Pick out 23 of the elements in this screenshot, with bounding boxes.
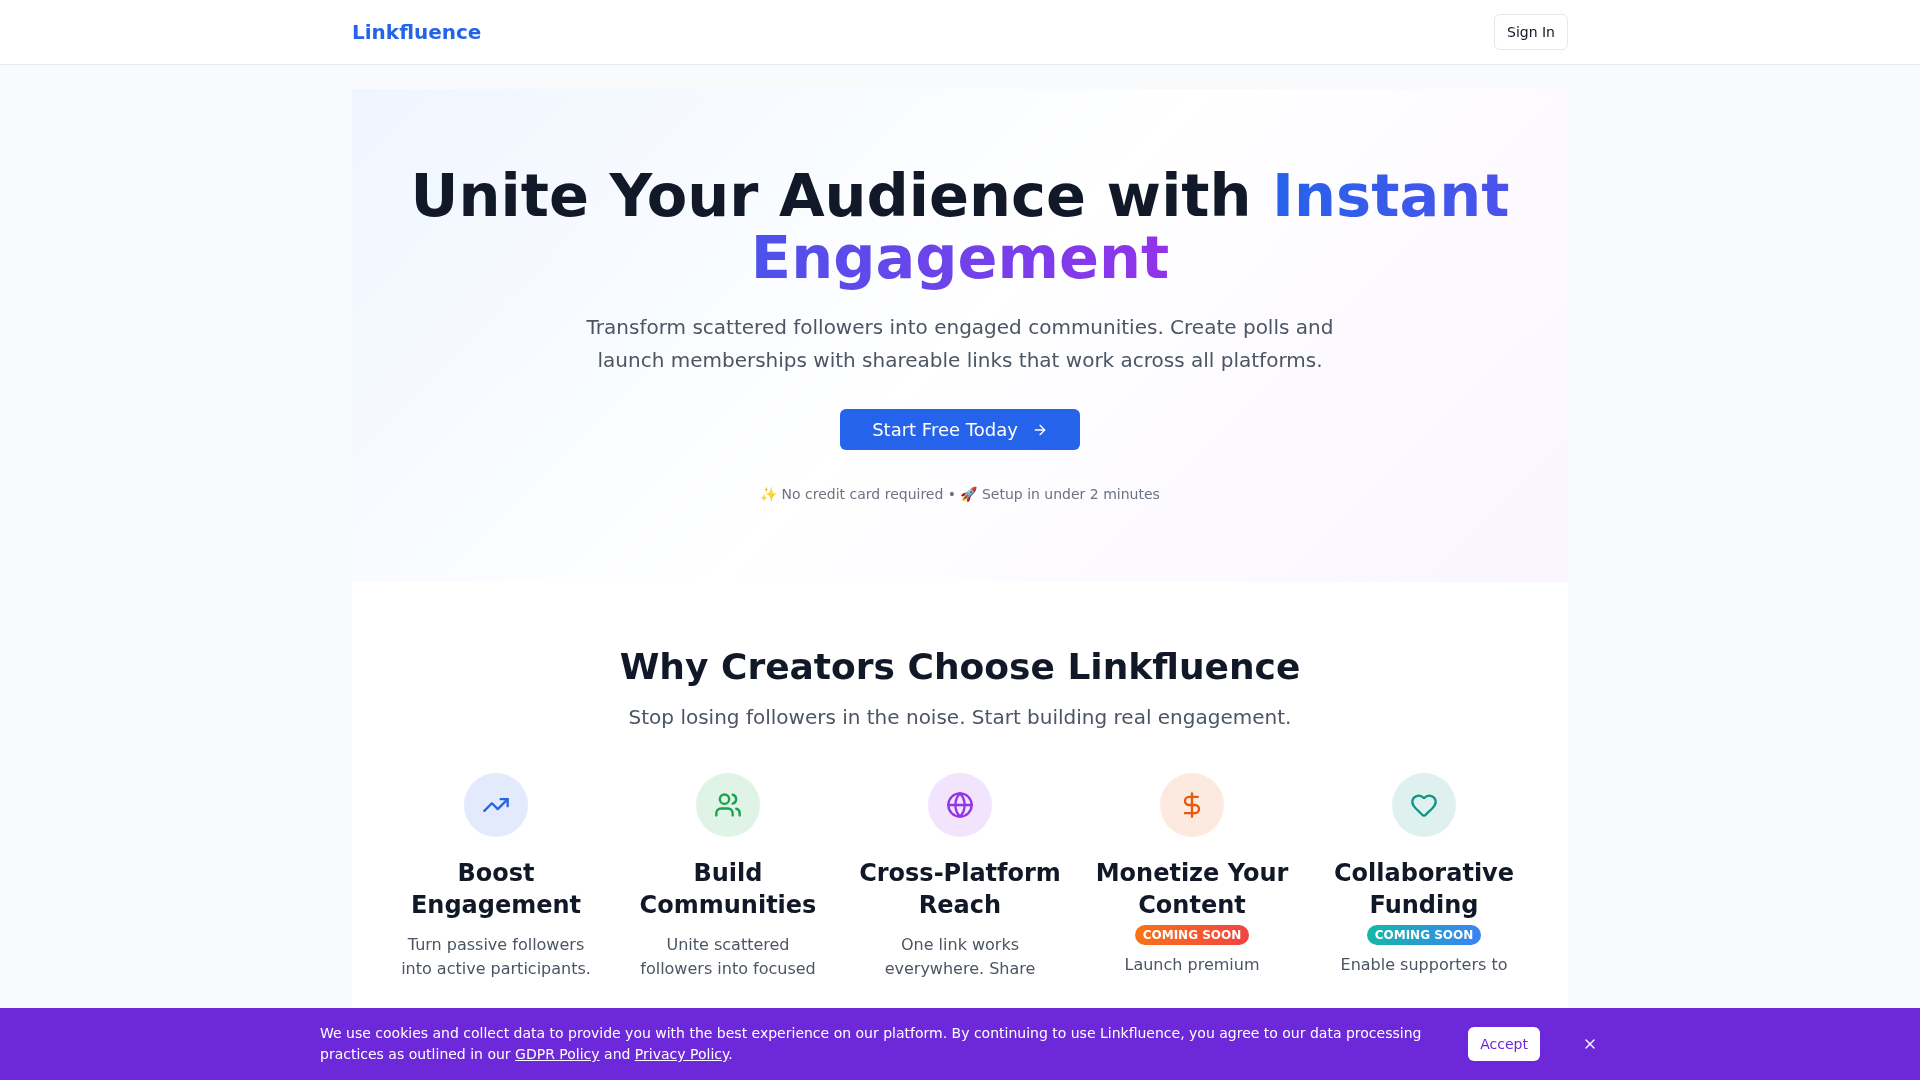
feature-title: Cross-Platform Reach <box>858 858 1062 921</box>
start-free-button[interactable]: Start Free Today <box>840 409 1080 450</box>
feature-title: Collaborative Funding <box>1332 858 1516 921</box>
coming-soon-badge: COMING SOON <box>1366 925 1482 945</box>
feature-title: Build Communities <box>638 858 818 921</box>
feature-description: Enable supporters to <box>1340 954 1508 976</box>
feature-description: Launch premium <box>1124 954 1260 976</box>
feature-description: Turn passive followers into active participants. <box>400 934 592 980</box>
section-subtitle: Stop losing followers in the noise. Start building real engagement. <box>628 705 1292 729</box>
feature-title: Monetize Your Content <box>1094 858 1290 921</box>
feature-description: One link works everywhere. Share <box>883 934 1037 980</box>
hero-subtitle: Transform scattered followers into engaged communities. Create polls and launch memberships with shareable links that work across all platforms. <box>585 314 1335 374</box>
logo[interactable]: Linkfluence <box>352 20 482 44</box>
cookie-notice: We use cookies and collect data to provide you with the best experience on our platform. By continuing to use Linkfluence, you agree to our data processing practices as outlined in our GDPR Policy and Privacy Policy. <box>320 1024 1423 1064</box>
coming-soon-badge: COMING SOON <box>1134 925 1250 945</box>
hero-note: ✨ No credit card required • 🚀 Setup in under 2 minutes <box>760 486 1160 502</box>
gdpr-policy-link[interactable]: GDPR Policy <box>515 1046 600 1062</box>
feature-title: Boost Engagement <box>409 858 583 921</box>
sign-in-button[interactable]: Sign In <box>1494 14 1568 50</box>
privacy-policy-link[interactable]: Privacy Policy <box>634 1046 729 1062</box>
feature-description: Unite scattered followers into focused <box>639 934 817 980</box>
accept-button[interactable]: Accept <box>1468 1027 1540 1061</box>
section-title: Why Creators Choose Linkfluence <box>619 646 1301 687</box>
